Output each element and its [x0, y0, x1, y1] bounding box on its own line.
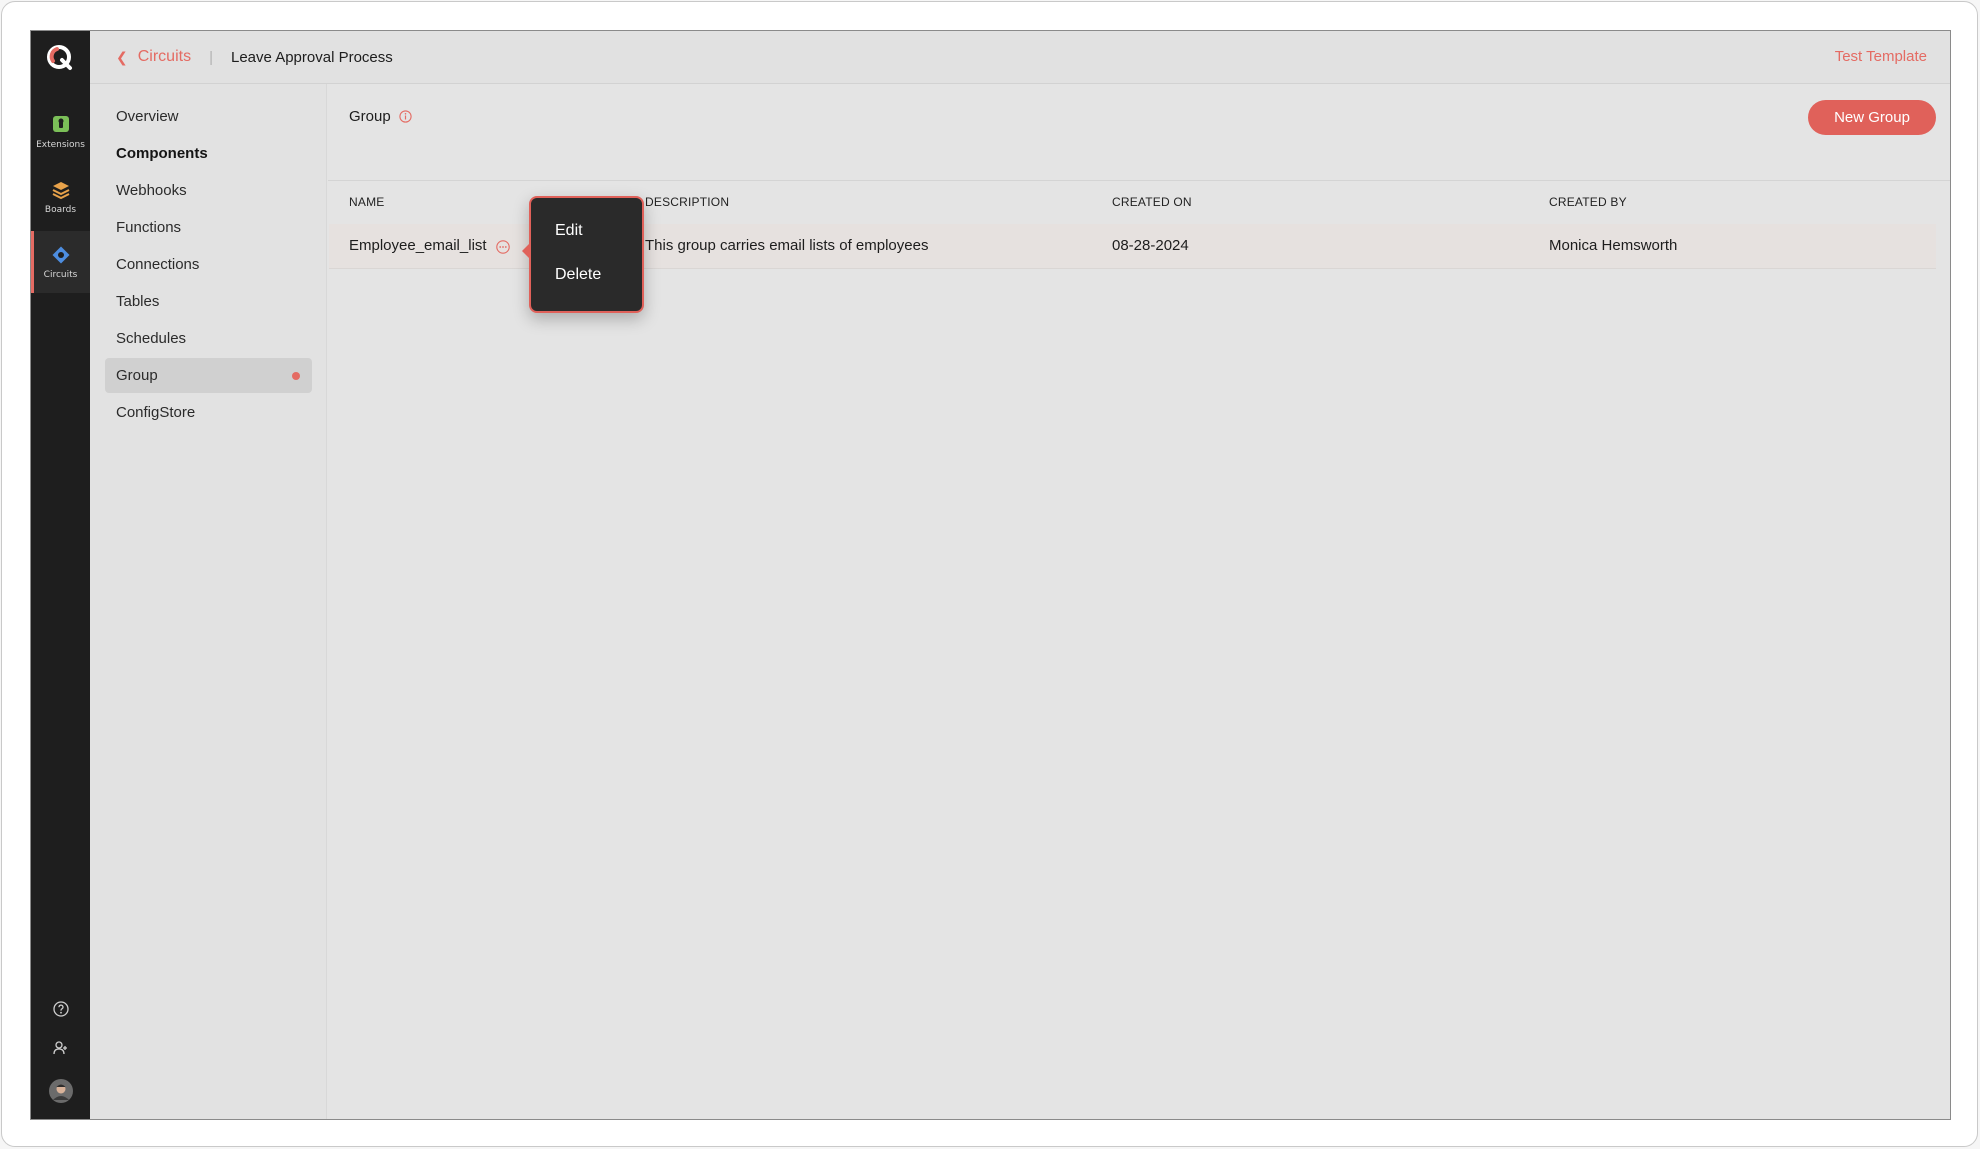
- subnav-item-webhooks[interactable]: Webhooks: [105, 173, 312, 208]
- chevron-left-icon: ❮: [116, 48, 128, 65]
- row-name-cell[interactable]: Employee_email_list: [349, 237, 487, 254]
- extensions-icon: [50, 114, 72, 136]
- rail-item-label: Boards: [44, 205, 77, 215]
- components-subnav: Overview Components Webhooks Functions C…: [90, 84, 327, 1119]
- menu-item-delete[interactable]: Delete: [555, 266, 601, 284]
- subnav-item-tables[interactable]: Tables: [105, 284, 312, 319]
- subnav-item-label: Tables: [116, 293, 160, 310]
- subnav-item-label: Group: [116, 367, 158, 384]
- subnav-item-connections[interactable]: Connections: [105, 247, 312, 282]
- info-icon[interactable]: [399, 110, 412, 123]
- top-bar: ❮ Circuits | Leave Approval Process Test…: [90, 31, 1950, 84]
- breadcrumb-back-link[interactable]: ❮ Circuits: [116, 48, 191, 66]
- boards-icon: [50, 179, 72, 201]
- rail-item-boards[interactable]: Boards: [31, 166, 90, 228]
- breadcrumb-current: Leave Approval Process: [230, 48, 393, 66]
- test-template-link[interactable]: Test Template: [1835, 48, 1927, 65]
- more-options-icon[interactable]: [496, 240, 510, 254]
- invite-user-icon[interactable]: [31, 1040, 90, 1056]
- subnav-item-functions[interactable]: Functions: [105, 210, 312, 245]
- avatar[interactable]: [31, 1079, 90, 1103]
- column-header-created-on[interactable]: CREATED ON: [1112, 195, 1192, 209]
- subnav-item-label: Connections: [116, 256, 200, 273]
- app-window: Extensions Boards Circuits ❮ Circuits | …: [30, 30, 1951, 1120]
- table-divider: [328, 180, 1950, 181]
- subnav-item-label: Functions: [116, 219, 182, 236]
- subnav-item-label: Components: [116, 145, 208, 162]
- main-panel: Group New Group NAME DESCRIPTION CREATED…: [328, 84, 1950, 1119]
- subnav-item-label: Webhooks: [116, 182, 187, 199]
- breadcrumb-separator: |: [209, 48, 213, 66]
- column-header-description[interactable]: DESCRIPTION: [645, 195, 729, 209]
- breadcrumb-parent: Circuits: [137, 48, 192, 65]
- column-header-created-by[interactable]: CREATED BY: [1549, 195, 1627, 209]
- subnav-item-overview[interactable]: Overview: [105, 99, 312, 134]
- subnav-item-label: Overview: [116, 108, 179, 125]
- row-context-menu: Edit Delete: [522, 196, 644, 313]
- rail-item-extensions[interactable]: Extensions: [31, 101, 90, 163]
- subnav-item-label: ConfigStore: [116, 404, 196, 421]
- row-description-cell: This group carries email lists of employ…: [645, 237, 929, 254]
- row-created-by-cell: Monica Hemsworth: [1549, 237, 1678, 254]
- subnav-header-components: Components: [105, 136, 312, 171]
- rail-item-label: Circuits: [43, 270, 78, 280]
- subnav-item-label: Schedules: [116, 330, 187, 347]
- help-icon[interactable]: [31, 1001, 90, 1017]
- row-created-on-cell: 08-28-2024: [1112, 237, 1189, 254]
- subnav-item-schedules[interactable]: Schedules: [105, 321, 312, 356]
- page-title: Group: [349, 108, 412, 125]
- app-logo-icon[interactable]: [45, 43, 75, 73]
- new-group-button[interactable]: New Group: [1808, 100, 1936, 135]
- circuits-icon: [50, 244, 72, 266]
- rail-item-circuits[interactable]: Circuits: [31, 231, 90, 293]
- column-header-name[interactable]: NAME: [349, 195, 384, 209]
- active-indicator-dot: [292, 372, 300, 380]
- subnav-item-group[interactable]: Group: [105, 358, 312, 393]
- subnav-item-configstore[interactable]: ConfigStore: [105, 395, 312, 430]
- page-title-text: Group: [349, 108, 391, 125]
- rail-item-label: Extensions: [36, 140, 85, 150]
- menu-item-edit[interactable]: Edit: [555, 222, 583, 240]
- icon-rail: Extensions Boards Circuits: [31, 31, 90, 1119]
